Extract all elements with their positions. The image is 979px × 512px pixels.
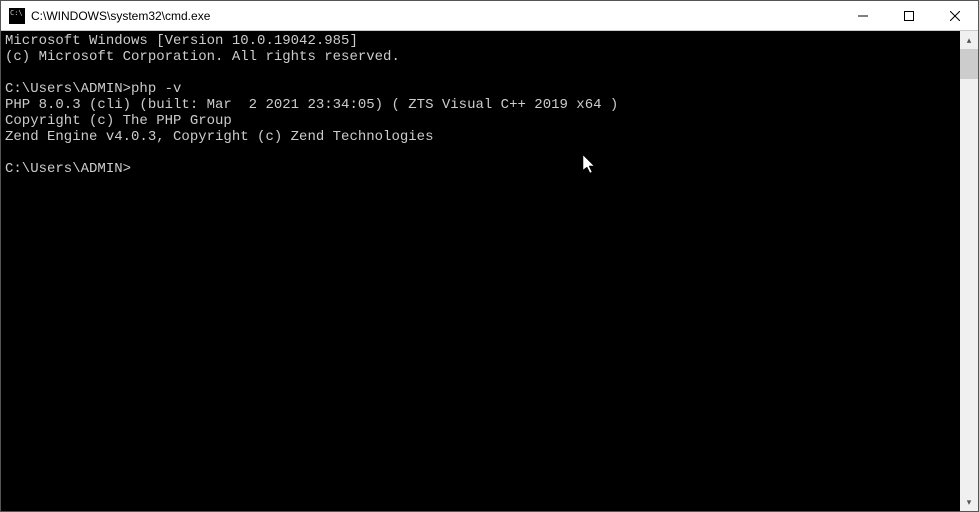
terminal-line: Microsoft Windows [Version 10.0.19042.98… — [5, 33, 358, 49]
terminal-content[interactable]: Microsoft Windows [Version 10.0.19042.98… — [1, 31, 960, 511]
terminal-line: Zend Engine v4.0.3, Copyright (c) Zend T… — [5, 129, 433, 145]
window-controls — [840, 1, 978, 30]
minimize-button[interactable] — [840, 1, 886, 30]
titlebar[interactable]: C:\WINDOWS\system32\cmd.exe — [1, 1, 978, 31]
cmd-window: C:\WINDOWS\system32\cmd.exe Microsoft Wi… — [0, 0, 979, 512]
app-icon — [9, 8, 25, 24]
chevron-down-icon: ▾ — [967, 497, 972, 508]
terminal-line: Copyright (c) The PHP Group — [5, 113, 232, 129]
scrollbar-thumb[interactable] — [960, 49, 978, 79]
scroll-down-button[interactable]: ▾ — [960, 493, 978, 511]
close-icon — [950, 11, 960, 21]
terminal-prompt: C:\Users\ADMIN> — [5, 81, 131, 97]
close-button[interactable] — [932, 1, 978, 30]
chevron-up-icon: ▴ — [967, 35, 972, 46]
scrollbar-track[interactable] — [960, 49, 978, 493]
maximize-button[interactable] — [886, 1, 932, 30]
terminal-area: Microsoft Windows [Version 10.0.19042.98… — [1, 31, 978, 511]
scroll-up-button[interactable]: ▴ — [960, 31, 978, 49]
terminal-line: (c) Microsoft Corporation. All rights re… — [5, 49, 400, 65]
window-title: C:\WINDOWS\system32\cmd.exe — [31, 9, 840, 23]
minimize-icon — [858, 11, 868, 21]
terminal-prompt: C:\Users\ADMIN> — [5, 161, 131, 177]
terminal-command: php -v — [131, 81, 181, 97]
maximize-icon — [904, 11, 914, 21]
terminal-line: PHP 8.0.3 (cli) (built: Mar 2 2021 23:34… — [5, 97, 618, 113]
vertical-scrollbar[interactable]: ▴ ▾ — [960, 31, 978, 511]
